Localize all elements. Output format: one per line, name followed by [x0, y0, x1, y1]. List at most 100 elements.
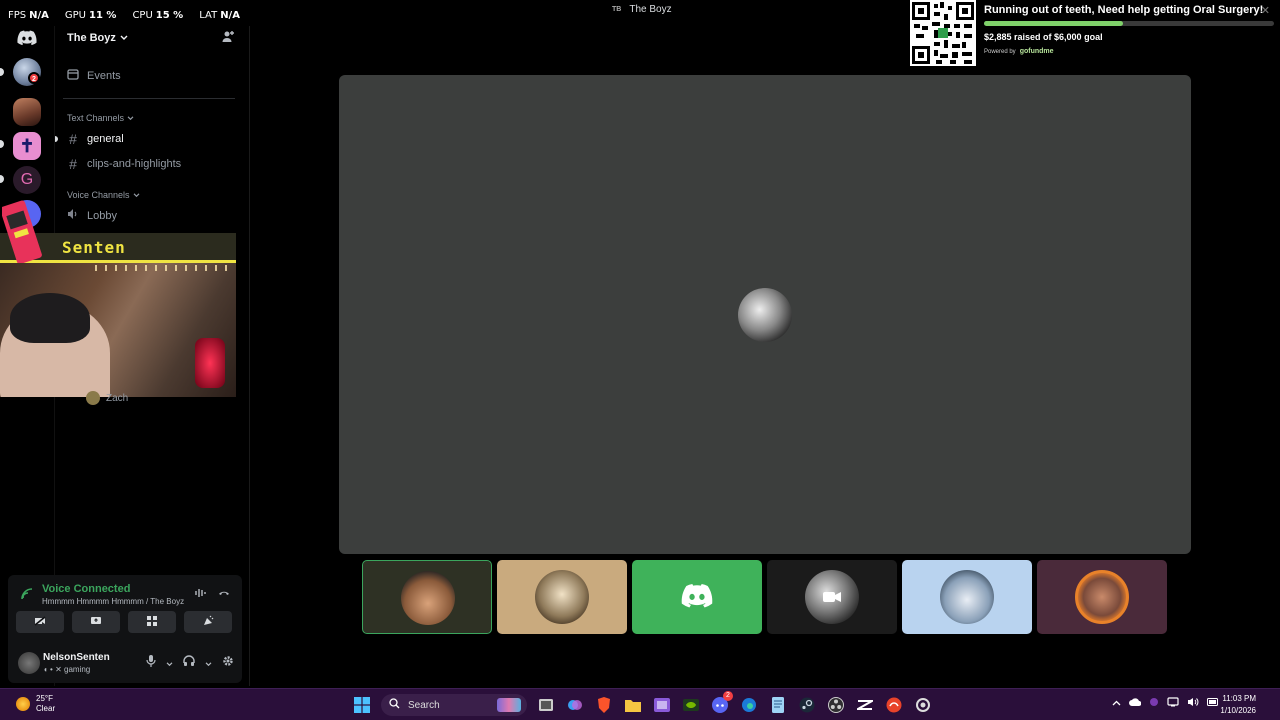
chevron-down-icon[interactable] [205, 656, 212, 670]
weather-widget[interactable]: 25°F Clear [16, 694, 55, 714]
gear-icon[interactable] [222, 655, 234, 670]
channel-label: general [87, 133, 124, 145]
participant-tile[interactable] [1037, 560, 1167, 634]
windows-start-icon[interactable] [352, 695, 372, 715]
noise-suppression-icon[interactable] [194, 587, 206, 602]
settings-app-icon[interactable] [913, 695, 933, 715]
weather-condition: Clear [36, 704, 56, 713]
notepad-icon[interactable] [768, 695, 788, 715]
server-header[interactable]: The Boyz [67, 32, 128, 44]
avatar [86, 391, 100, 405]
discord-notification-badge: 2 [723, 691, 733, 701]
signal-icon[interactable] [20, 587, 34, 601]
discord-logo-icon [681, 584, 713, 611]
voice-channel-lobby[interactable]: Lobby [67, 208, 117, 223]
user-status: ◖ • ✕ gaming [43, 665, 91, 674]
events-item[interactable]: Events [67, 68, 121, 83]
edge-browser-icon[interactable] [739, 695, 759, 715]
screen-share-button[interactable] [72, 611, 120, 633]
camera-off-button[interactable] [16, 611, 64, 633]
participant-tile[interactable] [632, 560, 762, 634]
disconnect-icon[interactable] [218, 587, 230, 602]
capcut-icon[interactable] [855, 695, 875, 715]
purple-app-tray-icon[interactable] [1149, 697, 1159, 710]
voice-stage-main[interactable] [339, 75, 1191, 554]
channel-unread-pip [55, 136, 58, 142]
hashtag-icon: # [69, 156, 77, 172]
voice-member-row[interactable]: Zach [86, 391, 128, 405]
taskbar-clock[interactable]: 11:03 PM 1/10/2026 [1210, 693, 1256, 717]
voice-status[interactable]: Voice Connected [42, 583, 130, 595]
camera-icon [823, 591, 841, 606]
chevron-down-icon[interactable] [166, 656, 173, 670]
file-explorer-icon[interactable] [623, 695, 643, 715]
brave-browser-icon[interactable] [594, 695, 614, 715]
speaker-icon [67, 208, 79, 223]
discord-home-icon[interactable] [17, 30, 37, 46]
taskbar-search[interactable]: Search [381, 694, 527, 716]
server-icon-cross[interactable]: ✝ [13, 132, 41, 160]
webcam-arcade-light [195, 338, 225, 388]
voice-location: Hmmmm Hmmmm Hmmmm / The Boyz [42, 597, 185, 606]
video-app-icon[interactable] [652, 695, 672, 715]
channel-label: clips-and-highlights [87, 158, 182, 170]
search-label: Search [408, 699, 440, 711]
copilot-icon[interactable] [565, 695, 585, 715]
soundboard-icon [202, 615, 214, 630]
avatar[interactable] [18, 652, 40, 674]
cloud-icon[interactable] [1129, 698, 1142, 709]
category-text-channels[interactable]: Text Channels [67, 113, 134, 123]
activities-button[interactable] [128, 611, 176, 633]
obs-icon[interactable] [826, 695, 846, 715]
participant-tile[interactable] [902, 560, 1032, 634]
server-unread-pip [0, 68, 4, 76]
discord-taskbar-icon[interactable]: 2 [710, 691, 733, 715]
headphones-icon[interactable] [183, 655, 195, 670]
category-voice-channels[interactable]: Voice Channels [67, 190, 140, 200]
username: NelsonSenten [43, 652, 110, 663]
server-unread-pip [0, 140, 4, 148]
channel-general[interactable]: # general [67, 131, 124, 147]
clock-date: 1/10/2026 [1220, 706, 1256, 715]
participant-tile[interactable] [767, 560, 897, 634]
qr-code-icon [910, 0, 976, 66]
fundraiser-progress-fill [984, 21, 1124, 26]
webcam-person-hair [10, 293, 90, 343]
nvidia-icon[interactable] [681, 695, 701, 715]
server-mention-badge: 2 [28, 72, 40, 84]
weather-temp: 25°F [36, 694, 53, 703]
user-panel[interactable]: NelsonSenten ◖ • ✕ gaming [16, 649, 236, 677]
voice-member-name: Zach [106, 392, 129, 404]
participant-tile[interactable] [362, 560, 492, 634]
invite-user-icon[interactable] [221, 30, 235, 44]
volume-icon[interactable] [1187, 697, 1199, 710]
events-label: Events [87, 69, 121, 82]
microphone-icon[interactable] [146, 655, 156, 670]
steam-icon[interactable] [797, 695, 817, 715]
avatar [940, 570, 994, 624]
stat-gpu: GPU 11 % [64, 10, 117, 21]
chevron-down-icon [120, 32, 128, 44]
sidebar-divider [63, 98, 235, 99]
participant-tile[interactable] [497, 560, 627, 634]
server-icon-2[interactable] [13, 98, 41, 126]
server-icon-g[interactable]: G [13, 166, 41, 194]
network-icon[interactable] [1167, 697, 1179, 710]
chevron-up-icon[interactable] [1112, 698, 1121, 709]
gofundme-logo: gofundme [1019, 48, 1054, 55]
fundraiser-title: Running out of teeth, Need help getting … [984, 4, 1264, 16]
red-app-icon[interactable] [884, 695, 904, 715]
chevron-down-icon [133, 190, 140, 200]
channel-clips-and-highlights[interactable]: # clips-and-highlights [67, 156, 181, 172]
task-view-icon[interactable] [536, 695, 556, 715]
arcade-cabinet-icon [0, 200, 42, 266]
soundboard-button[interactable] [184, 611, 232, 633]
speaker-avatar[interactable] [738, 288, 792, 342]
calendar-icon [67, 68, 79, 83]
webcam-feed [0, 263, 236, 397]
clock-time: 11:03 PM [1222, 694, 1256, 703]
stat-lat: LAT N/A [199, 10, 240, 21]
search-icon [389, 698, 400, 712]
channel-label: Lobby [87, 209, 117, 222]
close-icon[interactable]: ✕ [1261, 4, 1270, 17]
